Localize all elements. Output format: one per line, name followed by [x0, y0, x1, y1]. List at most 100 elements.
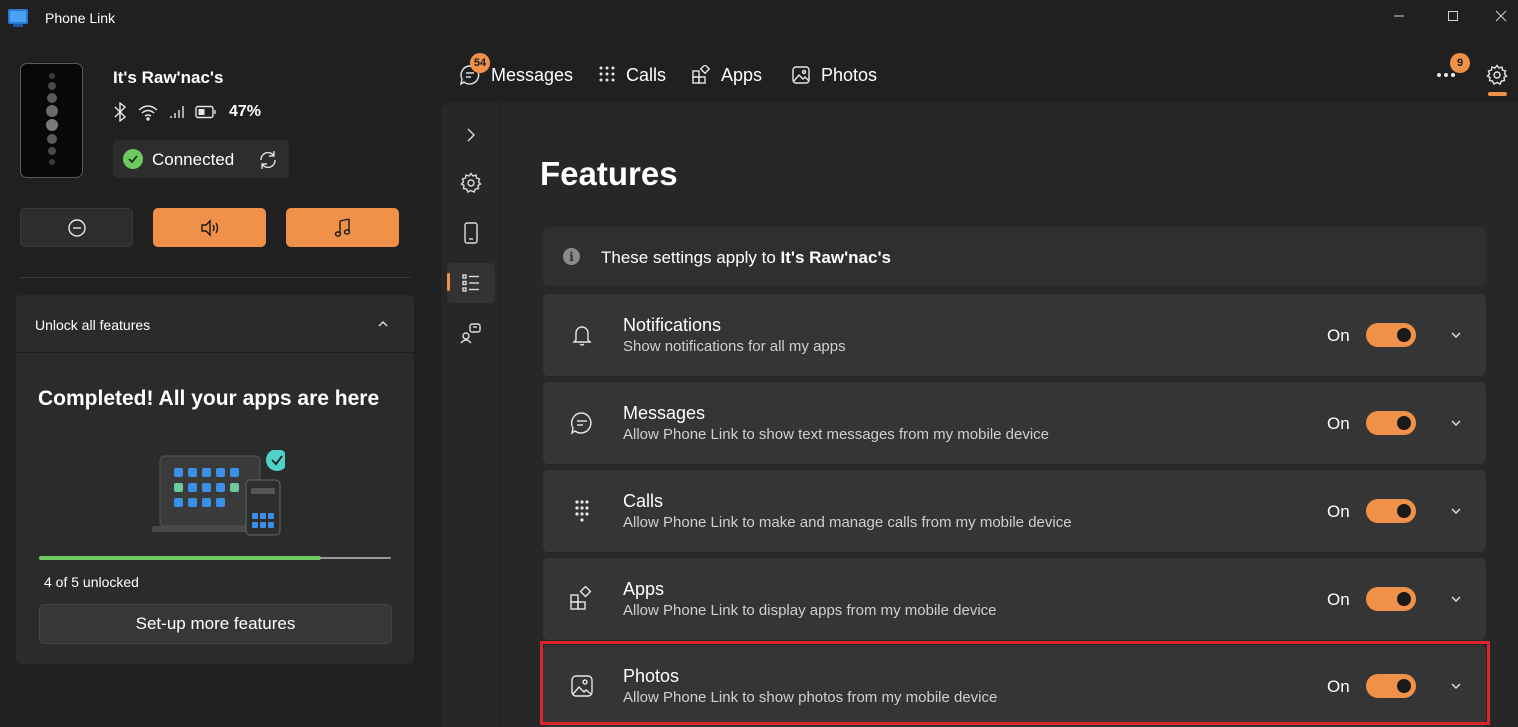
app-title: Phone Link — [45, 10, 116, 26]
volume-icon — [200, 218, 218, 237]
features-active-indicator — [447, 273, 450, 291]
personalization-icon — [460, 323, 481, 344]
chevron-up-icon — [378, 320, 388, 327]
apps-icon — [692, 65, 711, 84]
chevron-down-icon — [1451, 332, 1461, 339]
settings-scope-info: i These settings apply to It's Raw'nac's — [543, 227, 1486, 286]
feature-description: Allow Phone Link to display apps from my… — [623, 602, 997, 619]
feature-name: Calls — [623, 491, 664, 511]
connected-check-icon — [123, 149, 143, 169]
info-icon: i — [563, 248, 580, 265]
expand-button[interactable] — [1449, 328, 1463, 347]
sidebar-item-my-devices[interactable] — [447, 213, 495, 253]
connection-status: Connected — [113, 140, 289, 178]
apps-icon — [569, 585, 595, 612]
unlock-features-title: Unlock all features — [35, 317, 151, 333]
audio-player-button[interactable] — [286, 208, 399, 247]
gear-icon — [1486, 64, 1508, 85]
minimize-button[interactable] — [1376, 0, 1422, 32]
refresh-button[interactable] — [257, 149, 279, 176]
bluetooth-icon — [114, 102, 127, 122]
feature-row-notifications[interactable]: Notifications Show notifications for all… — [543, 294, 1486, 376]
unlock-progress-fill — [39, 556, 321, 560]
more-badge: 9 — [1450, 53, 1470, 73]
notifications-toggle[interactable] — [1366, 323, 1416, 347]
sidebar-item-general[interactable] — [447, 163, 495, 203]
toggle-state-label: On — [1327, 677, 1350, 696]
phone-wallpaper-thumbnail[interactable] — [20, 63, 83, 178]
feature-name: Apps — [623, 579, 665, 599]
chevron-down-icon — [1451, 420, 1461, 427]
feature-name: Notifications — [623, 315, 722, 335]
feature-name: Messages — [623, 403, 706, 423]
settings-button[interactable] — [1486, 60, 1508, 90]
battery-percentage: 47% — [229, 103, 262, 120]
tab-calls[interactable]: Calls — [598, 60, 666, 90]
toggle-state-label: On — [1327, 590, 1350, 609]
dialpad-icon — [569, 498, 595, 524]
connection-status-text: Connected — [152, 150, 235, 169]
chevron-down-icon — [1451, 508, 1461, 515]
chevron-down-icon — [1451, 596, 1461, 603]
maximize-button[interactable] — [1430, 0, 1476, 32]
more-icon — [1437, 73, 1455, 77]
gear-icon — [460, 172, 482, 193]
minimize-icon — [1394, 15, 1404, 17]
apps-toggle[interactable] — [1366, 587, 1416, 611]
sidebar-item-features[interactable] — [447, 263, 495, 303]
info-device-name: It's Raw'nac's — [780, 248, 891, 267]
volume-button[interactable] — [153, 208, 266, 247]
device-panel: It's Raw'nac's 47% Connected Unlock all … — [0, 34, 430, 727]
chevron-right-icon — [467, 128, 475, 142]
moon-phases-wallpaper — [46, 73, 58, 165]
tab-messages-label: Messages — [491, 64, 574, 85]
feature-row-messages[interactable]: Messages Allow Phone Link to show text m… — [543, 382, 1486, 464]
title-bar: Phone Link — [0, 0, 1518, 34]
phone-link-logo-icon — [7, 7, 29, 29]
device-status-row: 47% — [113, 100, 261, 124]
expand-button[interactable] — [1449, 416, 1463, 435]
tab-photos[interactable]: Photos — [791, 60, 877, 90]
messages-badge: 54 — [470, 53, 490, 73]
close-icon — [1495, 10, 1507, 22]
expand-sidebar-button[interactable] — [447, 115, 495, 155]
tab-apps[interactable]: Apps — [691, 60, 762, 90]
feature-row-photos[interactable]: Photos Allow Phone Link to show photos f… — [543, 645, 1486, 727]
maximize-icon — [1448, 11, 1458, 21]
tab-apps-label: Apps — [721, 64, 763, 85]
feature-description: Allow Phone Link to make and manage call… — [623, 514, 1072, 531]
messages-toggle[interactable] — [1366, 411, 1416, 435]
toggle-state-label: On — [1327, 326, 1350, 345]
photos-toggle[interactable] — [1366, 674, 1416, 698]
feature-description: Show notifications for all my apps — [623, 338, 846, 355]
do-not-disturb-icon — [67, 218, 86, 237]
toggle-state-label: On — [1327, 502, 1350, 521]
unlock-progress-bar — [39, 556, 391, 560]
expand-button[interactable] — [1449, 592, 1463, 611]
completed-message: Completed! All your apps are here — [38, 387, 380, 410]
toggle-state-label: On — [1327, 414, 1350, 433]
calls-toggle[interactable] — [1366, 499, 1416, 523]
wifi-icon — [138, 105, 158, 121]
do-not-disturb-button[interactable] — [20, 208, 133, 247]
tab-photos-label: Photos — [821, 64, 878, 85]
sidebar-item-personalization[interactable] — [447, 313, 495, 353]
unlock-progress-text: 4 of 5 unlocked — [44, 574, 139, 590]
feature-row-apps[interactable]: Apps Allow Phone Link to display apps fr… — [543, 558, 1486, 640]
expand-button[interactable] — [1449, 679, 1463, 698]
signal-icon — [170, 106, 184, 118]
page-title: Features — [540, 155, 678, 192]
toggle-knob — [1397, 679, 1411, 693]
unlock-features-header[interactable]: Unlock all features — [16, 295, 414, 353]
photo-icon — [792, 66, 810, 84]
toggle-knob — [1397, 416, 1411, 430]
feature-row-calls[interactable]: Calls Allow Phone Link to make and manag… — [543, 470, 1486, 552]
refresh-icon — [260, 151, 276, 169]
bell-icon — [569, 322, 595, 348]
toggle-knob — [1397, 328, 1411, 342]
close-button[interactable] — [1478, 0, 1518, 32]
expand-button[interactable] — [1449, 504, 1463, 523]
feature-description: Allow Phone Link to show photos from my … — [623, 689, 998, 706]
setup-more-features-button[interactable]: Set-up more features — [39, 604, 392, 644]
feature-name: Photos — [623, 666, 680, 686]
